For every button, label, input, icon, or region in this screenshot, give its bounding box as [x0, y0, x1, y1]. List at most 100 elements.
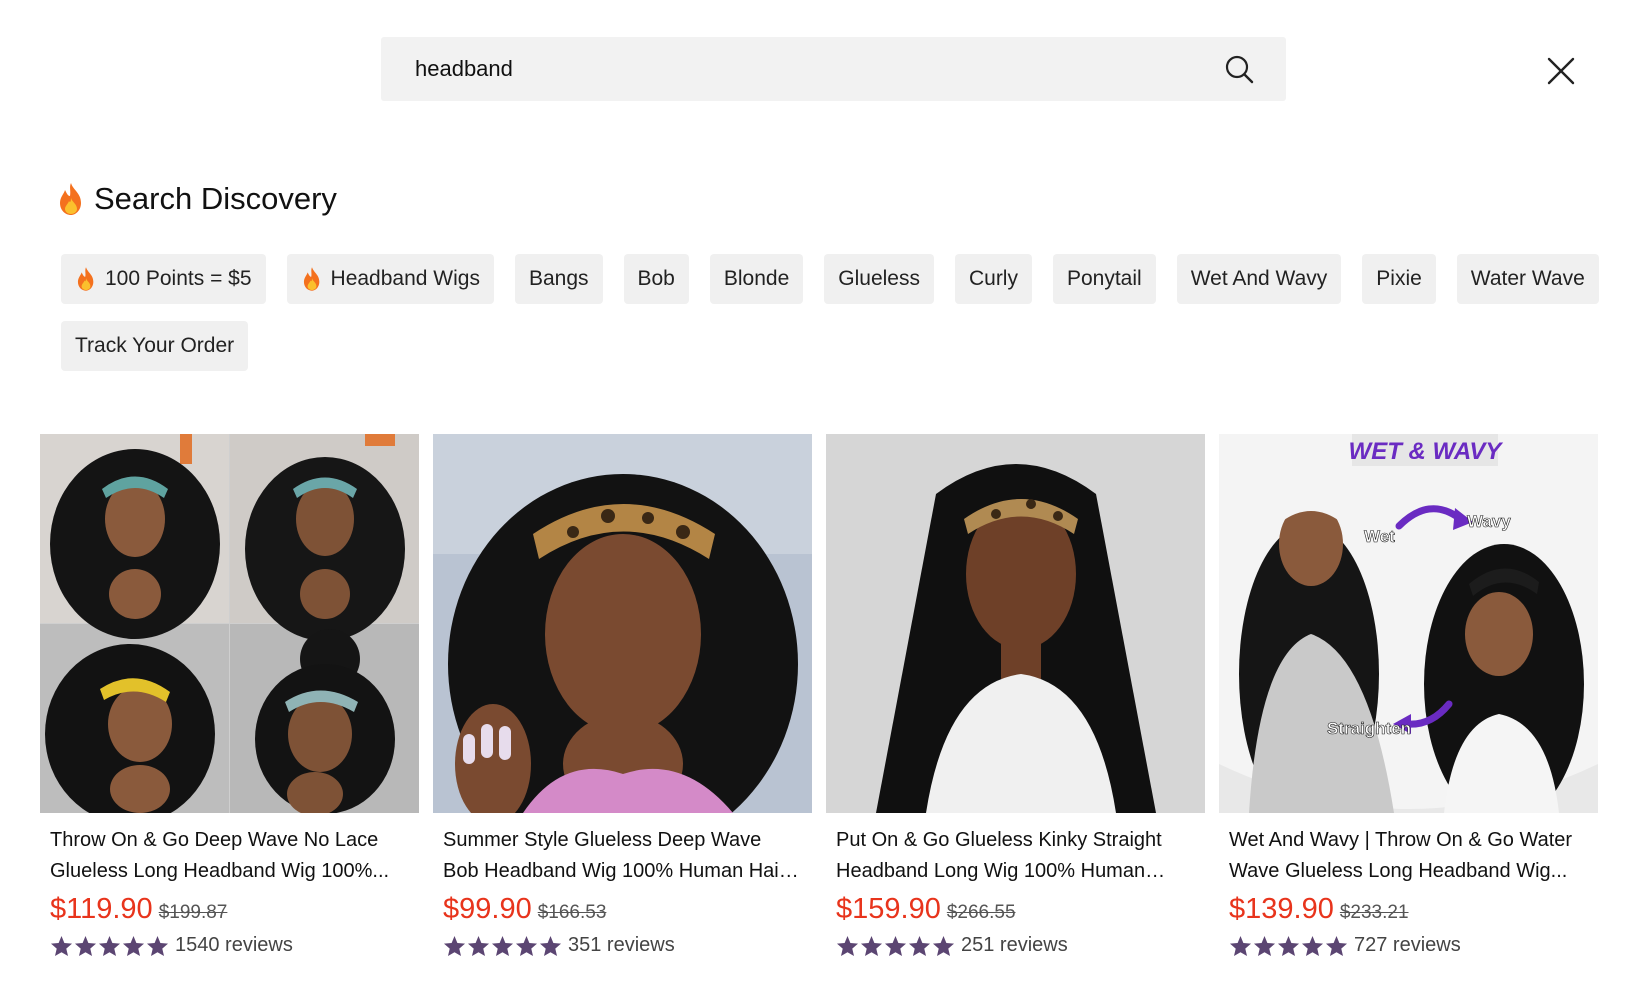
product-old-price: $199.87: [158, 902, 228, 923]
search-button[interactable]: [1222, 52, 1256, 86]
star-icon: [1301, 935, 1324, 956]
discovery-chip[interactable]: Ponytail: [1052, 254, 1156, 304]
search-discovery-heading: Search Discovery: [56, 181, 337, 217]
discovery-chip-label: Track Your Order: [75, 334, 235, 357]
star-icon: [884, 935, 907, 956]
star-icon: [515, 935, 538, 956]
product-image[interactable]: [826, 434, 1205, 813]
star-icon: [443, 935, 466, 956]
price-row: $99.90 $166.53: [443, 893, 802, 926]
star-icon: [860, 935, 883, 956]
star-icon: [539, 935, 562, 956]
discovery-chip[interactable]: Bangs: [514, 254, 603, 304]
fire-icon: [60, 183, 81, 215]
search-discovery-title: Search Discovery: [94, 181, 337, 216]
product-photo: WET & WAVY Wet Wavy Straighten: [1219, 434, 1598, 813]
star-icon: [146, 935, 169, 956]
star-rating: [50, 935, 169, 957]
star-rating: [836, 935, 955, 957]
discovery-chip-label: Pixie: [1376, 267, 1422, 290]
product-title[interactable]: Throw On & Go Deep Wave No Lace Glueless…: [50, 825, 409, 887]
search-icon: [1225, 55, 1254, 84]
discovery-chip-label: Blonde: [723, 267, 790, 290]
product-price: $119.90: [50, 893, 153, 925]
discovery-chip-label: 100 Points = $5: [105, 267, 252, 290]
discovery-chip[interactable]: 100 Points = $5: [61, 254, 266, 304]
discovery-chips: 100 Points = $5 Headband Wigs Bangs Bob Blon…: [61, 254, 1601, 371]
search-overlay: Search Discovery 100 Points = $5 Headband…: [0, 0, 1646, 1001]
wet-wavy-banner: WET & WAVY: [1349, 438, 1504, 465]
product-photo-collage: [40, 434, 419, 813]
star-icon: [908, 935, 931, 956]
product-card[interactable]: Summer Style Glueless Deep Wave Bob Head…: [433, 434, 812, 957]
rating-row: 251 reviews: [836, 934, 1195, 957]
discovery-chip-label: Headband Wigs: [330, 267, 480, 290]
star-icon: [74, 935, 97, 956]
price-row: $159.90 $266.55: [836, 893, 1195, 926]
discovery-chip-label: Water Wave: [1470, 267, 1585, 290]
star-icon: [467, 935, 490, 956]
wet-label: Wet: [1364, 527, 1395, 546]
product-price: $159.90: [836, 893, 941, 925]
discovery-chip[interactable]: Bob: [623, 254, 689, 304]
product-title[interactable]: Put On & Go Glueless Kinky Straight Head…: [836, 825, 1195, 887]
fire-icon: [303, 267, 319, 291]
product-old-price: $266.55: [946, 902, 1016, 923]
fire-icon: [77, 267, 94, 291]
discovery-chip[interactable]: Pixie: [1362, 254, 1436, 304]
search-bar: [381, 37, 1286, 101]
discovery-chip[interactable]: Glueless: [824, 254, 934, 304]
review-count[interactable]: 251 reviews: [961, 934, 1068, 957]
star-rating: [1229, 935, 1348, 957]
product-price: $99.90: [443, 893, 532, 925]
star-icon: [1253, 935, 1276, 956]
star-icon: [1277, 935, 1300, 956]
product-list: Throw On & Go Deep Wave No Lace Glueless…: [40, 434, 1598, 957]
product-image[interactable]: WET & WAVY Wet Wavy Straighten: [1219, 434, 1598, 813]
product-image[interactable]: [433, 434, 812, 813]
search-input[interactable]: [415, 56, 1222, 82]
star-rating: [443, 935, 562, 957]
product-title[interactable]: Summer Style Glueless Deep Wave Bob Head…: [443, 825, 802, 887]
rating-row: 1540 reviews: [50, 934, 409, 957]
review-count[interactable]: 351 reviews: [568, 934, 675, 957]
discovery-chip[interactable]: Headband Wigs: [286, 254, 494, 304]
star-icon: [50, 935, 73, 956]
product-photo: [433, 434, 812, 813]
star-icon: [491, 935, 514, 956]
product-card[interactable]: WET & WAVY Wet Wavy Straighten Wet And W…: [1219, 434, 1598, 957]
star-icon: [1325, 935, 1348, 956]
product-card[interactable]: Put On & Go Glueless Kinky Straight Head…: [826, 434, 1205, 957]
price-row: $139.90 $233.21: [1229, 893, 1588, 926]
star-icon: [932, 935, 955, 956]
discovery-chip[interactable]: Water Wave: [1456, 254, 1599, 304]
close-button[interactable]: [1543, 53, 1579, 89]
product-old-price: $233.21: [1339, 902, 1409, 923]
price-row: $119.90 $199.87: [50, 893, 409, 926]
review-count[interactable]: 1540 reviews: [175, 934, 293, 957]
star-icon: [836, 935, 859, 956]
rating-row: 351 reviews: [443, 934, 802, 957]
discovery-chip[interactable]: Wet And Wavy: [1176, 254, 1342, 304]
review-count[interactable]: 727 reviews: [1354, 934, 1461, 957]
product-photo: [826, 434, 1205, 813]
close-icon: [1547, 57, 1575, 85]
star-icon: [122, 935, 145, 956]
discovery-chip-label: Wet And Wavy: [1190, 267, 1328, 290]
product-old-price: $166.53: [537, 902, 607, 923]
discovery-chip-label: Glueless: [838, 267, 920, 290]
discovery-chip-label: Bob: [637, 267, 675, 290]
discovery-chip-label: Bangs: [528, 267, 589, 290]
discovery-chip[interactable]: Track Your Order: [61, 321, 249, 371]
star-icon: [98, 935, 121, 956]
discovery-chip-label: Ponytail: [1066, 267, 1142, 290]
product-card[interactable]: Throw On & Go Deep Wave No Lace Glueless…: [40, 434, 419, 957]
discovery-chip[interactable]: Curly: [954, 254, 1032, 304]
product-price: $139.90: [1229, 893, 1334, 925]
rating-row: 727 reviews: [1229, 934, 1588, 957]
product-title[interactable]: Wet And Wavy | Throw On & Go Water Wave …: [1229, 825, 1588, 887]
discovery-chip[interactable]: Blonde: [709, 254, 804, 304]
discovery-chip-label: Curly: [968, 267, 1018, 290]
product-image[interactable]: [40, 434, 419, 813]
straighten-label: Straighten: [1327, 719, 1411, 738]
